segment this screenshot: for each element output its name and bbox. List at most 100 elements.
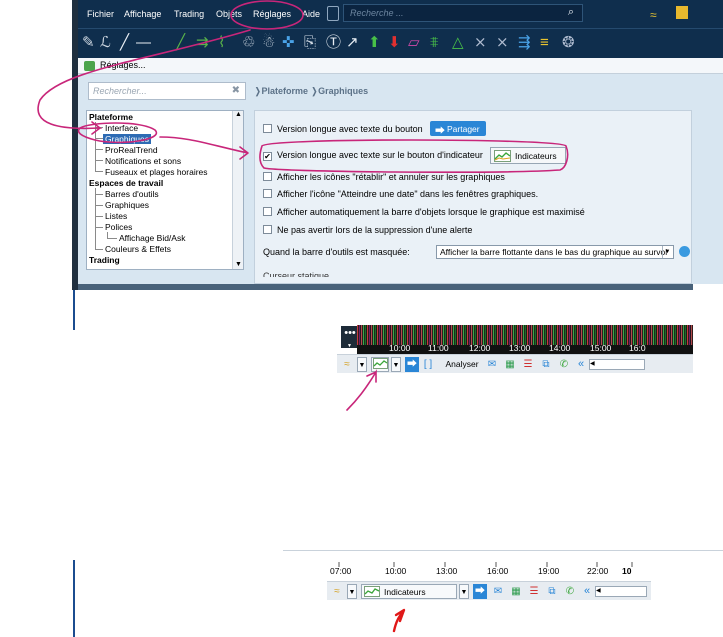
menu-objets[interactable]: Objets (216, 9, 242, 19)
option-no-alert-warning[interactable]: Ne pas avertir lors de la suppression d'… (263, 225, 472, 235)
window-icon[interactable]: ⧉ (545, 584, 559, 599)
menu-reglages[interactable]: Réglages (253, 9, 291, 19)
buy-arrow-icon[interactable]: ⬆ (368, 35, 381, 51)
text-icon[interactable]: Ⓣ (326, 35, 341, 51)
tree-barres[interactable]: Barres d'outils (105, 189, 159, 199)
orderbook-icon[interactable]: ☰ (521, 357, 535, 372)
analyse-button[interactable]: Analyser (441, 357, 483, 372)
indicator-wave-icon[interactable]: ≈ (329, 584, 345, 599)
pencil-icon[interactable]: ✎ (82, 35, 95, 51)
bracket-icon[interactable]: [ ] (421, 357, 435, 372)
tree-listes[interactable]: Listes (105, 211, 127, 221)
checkbox[interactable] (263, 124, 272, 133)
hline-icon[interactable]: ― (136, 35, 151, 51)
gann-icon[interactable]: ⨯ (474, 35, 487, 51)
alert-icon[interactable]: ✆ (563, 584, 577, 599)
indicators-compact-button[interactable] (371, 357, 389, 372)
pitchfork-icon[interactable]: ⩨ (430, 35, 438, 51)
option-long-button-text[interactable]: Version longue avec texte du bouton (263, 124, 423, 134)
magnet-icon[interactable]: ☃ (262, 35, 275, 51)
tree-couleurs[interactable]: Couleurs & Effets (105, 244, 171, 254)
scroll-up-icon[interactable]: ▲ (235, 111, 242, 118)
tools-icon[interactable]: ❂ (562, 35, 575, 51)
checkbox[interactable] (263, 189, 272, 198)
chevron-down-icon[interactable]: ▼ (357, 357, 367, 372)
search-icon[interactable]: ⌕ (568, 6, 574, 19)
option-goto-date-icon[interactable]: Afficher l'icône "Atteindre une date" da… (263, 189, 538, 199)
checkbox[interactable] (263, 207, 272, 216)
tree-prorealtrend[interactable]: ProRealTrend (105, 145, 158, 155)
checkbox[interactable] (263, 172, 272, 181)
menu-search-input[interactable]: Recherche ... ⌕ (343, 4, 583, 22)
tree-plateforme[interactable]: Plateforme (89, 112, 133, 122)
double-chevron-left-icon[interactable]: « (575, 357, 587, 372)
tree-interface[interactable]: Interface (105, 123, 138, 133)
tree-scrollbar[interactable]: ▲ ▼ (232, 111, 243, 269)
option-long-indicator-text[interactable]: ✔ Version longue avec texte sur le bouton… (263, 150, 483, 161)
menu-affichage[interactable]: Affichage (124, 9, 161, 19)
share-icon[interactable]: ⮕ (405, 357, 419, 372)
menu-trading[interactable]: Trading (174, 9, 204, 19)
chat-icon[interactable]: ✉ (485, 357, 499, 372)
channel-icon[interactable]: ⇉ (196, 35, 209, 51)
tree-bidask[interactable]: Affichage Bid/Ask (119, 233, 185, 243)
tree-notifications[interactable]: Notifications et sons (105, 156, 181, 166)
indicator-wave-icon[interactable]: ≈ (339, 357, 355, 372)
gear-icon[interactable] (327, 6, 339, 21)
indicators-button[interactable]: Indicateurs (490, 147, 566, 164)
regression-icon[interactable]: ⇶ (518, 35, 531, 51)
clear-search-icon[interactable]: ✖ (232, 85, 240, 96)
scrollbar-2[interactable]: ◀ (595, 586, 647, 597)
histogram-bar (373, 325, 375, 345)
tree-graphiques-2[interactable]: Graphiques (105, 200, 149, 210)
indicators-button[interactable]: Indicateurs (361, 584, 457, 599)
fibo-icon[interactable]: ⌇ (218, 35, 225, 51)
fan-icon[interactable]: ⨯ (496, 35, 509, 51)
freehand-icon[interactable]: ℒ (100, 35, 111, 51)
tree-trading[interactable]: Trading (89, 255, 120, 265)
scroll-down-icon[interactable]: ▼ (235, 261, 242, 268)
info-icon[interactable] (679, 246, 690, 257)
share-icon[interactable]: ⮕ (473, 584, 487, 599)
chevron-down-icon[interactable]: ▼ (459, 584, 469, 599)
double-chevron-left-icon[interactable]: « (581, 584, 593, 599)
crosshair-icon[interactable]: ✜ (282, 35, 295, 51)
table-icon[interactable]: ▦ (509, 584, 523, 599)
menu-aide[interactable]: Aide (302, 9, 320, 19)
breadcrumb-plateforme[interactable]: Plateforme (262, 86, 309, 96)
window-icon[interactable]: ⧉ (539, 357, 553, 372)
checkbox[interactable] (263, 225, 272, 234)
menu-fichier[interactable]: Fichier (87, 9, 114, 19)
chevron-down-icon[interactable]: ▼ (391, 357, 401, 372)
indicator-wave-icon[interactable]: ≈ (650, 8, 657, 22)
checkbox-checked[interactable]: ✔ (263, 152, 272, 161)
option-auto-objects-bar[interactable]: Afficher automatiquement la barre d'obje… (263, 207, 585, 217)
chat-icon[interactable]: ✉ (491, 584, 505, 599)
tree-fuseaux[interactable]: Fuseaux et plages horaires (105, 167, 208, 177)
flag-icon[interactable] (676, 6, 688, 19)
option-show-undo-icons[interactable]: Afficher les icônes "rétablir" et annule… (263, 172, 505, 182)
rectangle-icon[interactable]: ▱ (408, 35, 420, 51)
orderbook-icon[interactable]: ☰ (527, 584, 541, 599)
levels-icon[interactable]: ≡ (540, 35, 549, 51)
histogram-bar (489, 325, 491, 345)
tree-graphiques-selected[interactable]: Graphiques (103, 134, 151, 144)
tree-polices[interactable]: Polices (105, 222, 132, 232)
share-button[interactable]: ⮕ Partager (430, 121, 486, 137)
tree-espaces[interactable]: Espaces de travail (89, 178, 163, 188)
table-icon[interactable]: ▦ (503, 357, 517, 372)
trash-icon[interactable]: ♲ (242, 35, 255, 51)
line-icon[interactable]: ╱ (120, 35, 129, 51)
triangle-icon[interactable]: △ (452, 35, 464, 51)
settings-search-input[interactable]: Rechercher... ✖ (88, 82, 246, 100)
toolbar-hidden-select[interactable]: Afficher la barre flottante dans le bas … (436, 245, 674, 259)
scrollbar-1[interactable]: ◀ (589, 359, 645, 370)
trend-icon[interactable]: ╱ (176, 35, 185, 51)
arrow-icon[interactable]: ↗ (346, 35, 359, 51)
chevron-down-icon[interactable]: ▼ (347, 584, 357, 599)
copy-icon[interactable]: ⎘ (304, 35, 316, 51)
sell-arrow-icon[interactable]: ⬇ (388, 35, 401, 51)
breadcrumb-graphiques[interactable]: Graphiques (318, 86, 368, 96)
chevron-down-icon[interactable]: ▼ (662, 246, 672, 258)
alert-icon[interactable]: ✆ (557, 357, 571, 372)
